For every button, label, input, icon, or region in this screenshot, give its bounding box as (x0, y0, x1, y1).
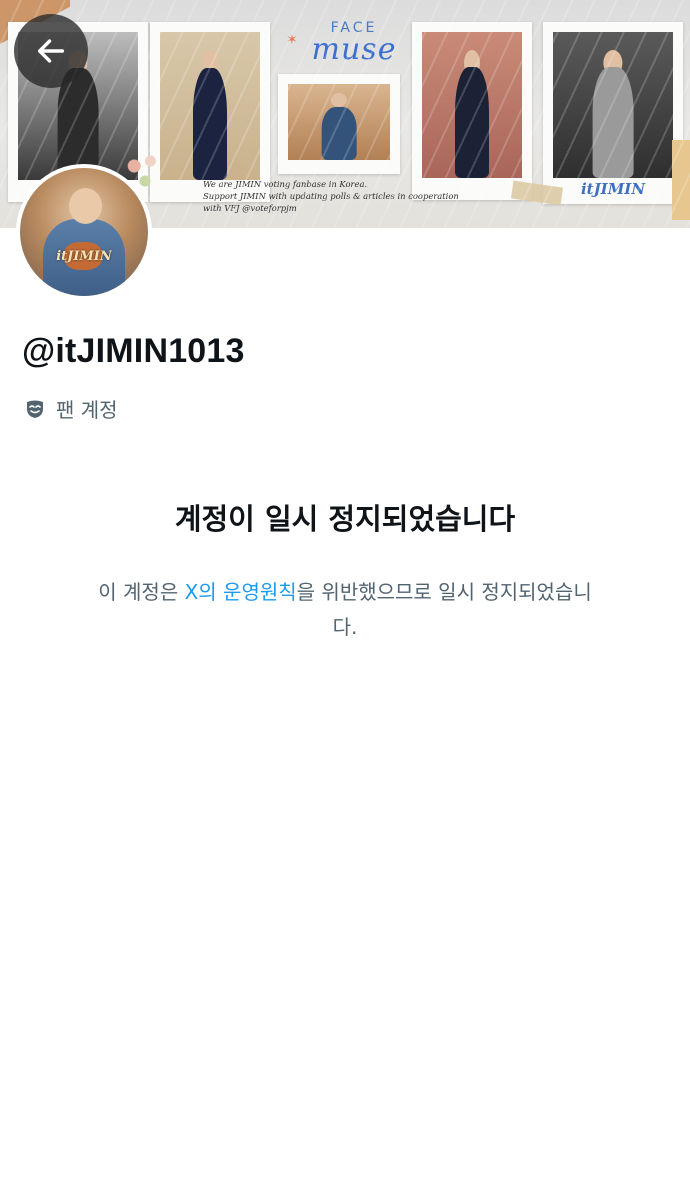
suspension-message-prefix: 이 계정은 (98, 580, 185, 604)
banner-brand-logo: ✶ FACE muse (284, 20, 424, 74)
fan-account-mask-icon (27, 400, 43, 418)
banner-description: We are JIMIN voting fanbase in Korea. Su… (203, 178, 503, 214)
back-button[interactable] (14, 14, 88, 88)
banner-photo: itJIMIN (543, 22, 683, 204)
profile-handle: @itJIMIN1013 (22, 332, 245, 370)
fan-account-badge: 팬 계정 (24, 394, 118, 423)
avatar-label: itJIMIN (56, 248, 112, 264)
avatar[interactable]: itJIMIN (16, 164, 152, 300)
banner-description-line: We are JIMIN voting fanbase in Korea. (203, 179, 368, 189)
banner-photo (412, 22, 532, 200)
banner-description-line: with VFJ @voteforpjm (203, 203, 297, 213)
sparkle-icon: ✶ (286, 32, 298, 48)
fan-account-label: 팬 계정 (56, 398, 118, 422)
banner-description-line: Support JIMIN with updating polls & arti… (203, 191, 459, 201)
brand-main-text: muse (311, 32, 397, 67)
avatar-image: itJIMIN (20, 168, 148, 296)
suspension-message-suffix: 을 위반했으므로 일시 정지되었습니다. (296, 580, 592, 639)
paper-note-decoration (672, 140, 690, 220)
suspension-title: 계정이 일시 정지되었습니다 (174, 502, 516, 536)
banner-photo-caption: itJIMIN (580, 180, 646, 198)
arrow-left-icon (37, 39, 65, 63)
banner-photo (278, 74, 400, 174)
rules-link[interactable]: X의 운영원칙 (185, 580, 297, 604)
suspension-message: 이 계정은 X의 운영원칙을 위반했으므로 일시 정지되었습니다. (95, 575, 595, 645)
